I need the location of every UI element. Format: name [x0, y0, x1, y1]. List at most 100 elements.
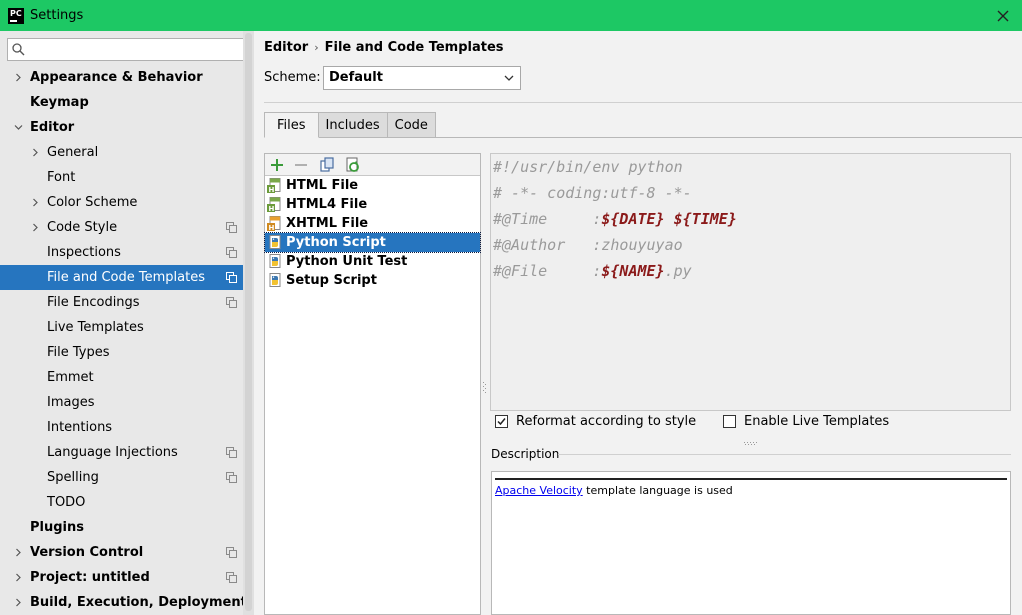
sidebar-item-images[interactable]: Images — [0, 390, 243, 415]
sidebar-item-font[interactable]: Font — [0, 165, 243, 190]
sidebar-item-general[interactable]: General — [0, 140, 243, 165]
close-button[interactable] — [992, 5, 1014, 27]
template-variable: ${TIME} — [673, 210, 737, 228]
sidebar-item-version-control[interactable]: Version Control — [0, 540, 243, 565]
scheme-value: Default — [329, 70, 383, 85]
search-input[interactable] — [30, 41, 242, 58]
add-icon — [271, 159, 283, 171]
search-field[interactable] — [7, 38, 247, 61]
checkbox-box[interactable] — [723, 415, 736, 428]
tab-code[interactable]: Code — [386, 112, 436, 138]
chevron-right-icon[interactable] — [31, 223, 40, 232]
code-line: #@Author :zhouyuyao — [493, 236, 683, 254]
sidebar-item-color-scheme[interactable]: Color Scheme — [0, 190, 243, 215]
chevron-down-icon[interactable] — [14, 123, 23, 132]
scrollbar-thumb[interactable] — [245, 33, 252, 611]
sidebar-item-intentions[interactable]: Intentions — [0, 415, 243, 440]
breadcrumb: Editor › File and Code Templates — [264, 40, 504, 55]
sidebar-item-emmet[interactable]: Emmet — [0, 365, 243, 390]
reset-template-button[interactable] — [345, 157, 361, 173]
sidebar-item-label: TODO — [47, 495, 86, 510]
chevron-down-icon — [504, 75, 514, 81]
add-template-button[interactable] — [269, 157, 285, 173]
breadcrumb-current: File and Code Templates — [324, 40, 504, 55]
project-scope-icon — [226, 572, 237, 583]
copy-template-button[interactable] — [319, 157, 335, 173]
template-item-name: Python Unit Test — [286, 254, 408, 269]
sidebar-item-language-injections[interactable]: Language Injections — [0, 440, 243, 465]
sidebar-item-label: Inspections — [47, 245, 121, 260]
sidebar-item-code-style[interactable]: Code Style — [0, 215, 243, 240]
sidebar-item-label: Version Control — [30, 545, 144, 560]
grip-icon — [744, 442, 757, 445]
sidebar-item-spelling[interactable]: Spelling — [0, 465, 243, 490]
code-line: # -*- coding:utf-8 -*- — [493, 184, 692, 202]
apache-velocity-link[interactable]: Apache Velocity — [495, 484, 583, 497]
live-templates-label: Enable Live Templates — [744, 414, 890, 429]
sidebar-item-keymap[interactable]: Keymap — [0, 90, 243, 115]
sidebar-item-live-templates[interactable]: Live Templates — [0, 315, 243, 340]
sidebar-item-label: File Types — [47, 345, 110, 360]
svg-text:H: H — [269, 205, 275, 212]
sidebar-item-plugins[interactable]: Plugins — [0, 515, 243, 540]
description-divider — [558, 454, 1011, 455]
sidebar-item-inspections[interactable]: Inspections — [0, 240, 243, 265]
chevron-right-icon[interactable] — [31, 198, 40, 207]
reformat-checkbox[interactable]: Reformat according to style — [495, 414, 696, 429]
python-file-icon — [269, 254, 281, 268]
grip-icon — [483, 382, 486, 393]
template-variable: ${NAME} — [601, 262, 665, 280]
close-icon — [997, 10, 1009, 22]
template-item-name: HTML File — [286, 178, 359, 193]
tab-files[interactable]: Files — [264, 112, 319, 138]
sidebar-item-file-and-code-templates[interactable]: File and Code Templates — [0, 265, 243, 290]
remove-template-button[interactable] — [293, 157, 309, 173]
window-title: Settings — [30, 8, 84, 23]
sidebar-item-project-untitled[interactable]: Project: untitled — [0, 565, 243, 590]
project-scope-icon — [226, 222, 237, 233]
sidebar-item-build-execution-deployment[interactable]: Build, Execution, Deployment — [0, 590, 247, 615]
template-item-name: XHTML File — [286, 216, 369, 231]
sidebar-item-appearance-behavior[interactable]: Appearance & Behavior — [0, 65, 243, 90]
live-templates-checkbox[interactable]: Enable Live Templates — [723, 414, 889, 429]
project-scope-icon — [226, 472, 237, 483]
chevron-right-icon[interactable] — [31, 148, 40, 157]
template-item-name: Python Script — [286, 235, 386, 250]
divider — [264, 102, 1022, 103]
chevron-right-icon[interactable] — [14, 548, 23, 557]
template-editor[interactable]: #!/usr/bin/env python # -*- coding:utf-8 … — [490, 153, 1011, 411]
sidebar-scrollbar[interactable] — [243, 31, 254, 615]
project-scope-icon — [226, 272, 237, 283]
python-file-icon — [269, 273, 281, 287]
sidebar-item-file-types[interactable]: File Types — [0, 340, 243, 365]
sidebar-item-editor[interactable]: Editor — [0, 115, 243, 140]
chevron-right-icon[interactable] — [14, 573, 23, 582]
sidebar-item-file-encodings[interactable]: File Encodings — [0, 290, 243, 315]
template-item-python-unit-test[interactable]: Python Unit Test — [265, 252, 480, 271]
sidebar-item-todo[interactable]: TODO — [0, 490, 243, 515]
template-item-name: HTML4 File — [286, 197, 368, 212]
template-item-xhtml-file[interactable]: H XHTML File — [265, 214, 480, 233]
template-item-setup-script[interactable]: Setup Script — [265, 271, 480, 290]
splitter-handle[interactable] — [483, 381, 487, 395]
breadcrumb-separator: › — [314, 41, 319, 54]
code-comment: #@Author :zhouyuyao — [493, 236, 683, 254]
template-item-html4-file[interactable]: H HTML4 File — [265, 195, 480, 214]
checkbox-box[interactable] — [495, 415, 508, 428]
sidebar-item-label: Spelling — [47, 470, 99, 485]
template-item-html-file[interactable]: H HTML File — [265, 176, 480, 195]
sidebar-item-label: Build, Execution, Deployment — [30, 595, 247, 610]
sidebar-item-label: Live Templates — [47, 320, 144, 335]
xhtml-file-icon: H — [267, 216, 281, 231]
tab-includes[interactable]: Includes — [317, 112, 388, 138]
resize-grip[interactable] — [744, 434, 758, 445]
chevron-right-icon[interactable] — [14, 73, 23, 82]
tabs-underline — [264, 137, 1022, 138]
scheme-dropdown[interactable]: Default — [323, 66, 521, 90]
scheme-label: Scheme: — [264, 70, 321, 85]
chevron-right-icon[interactable] — [14, 598, 23, 607]
template-item-python-script[interactable]: Python Script — [264, 232, 481, 253]
description-text: Apache Velocity template language is use… — [495, 484, 733, 497]
code-line: #@Time :${DATE} ${TIME} — [493, 210, 737, 228]
